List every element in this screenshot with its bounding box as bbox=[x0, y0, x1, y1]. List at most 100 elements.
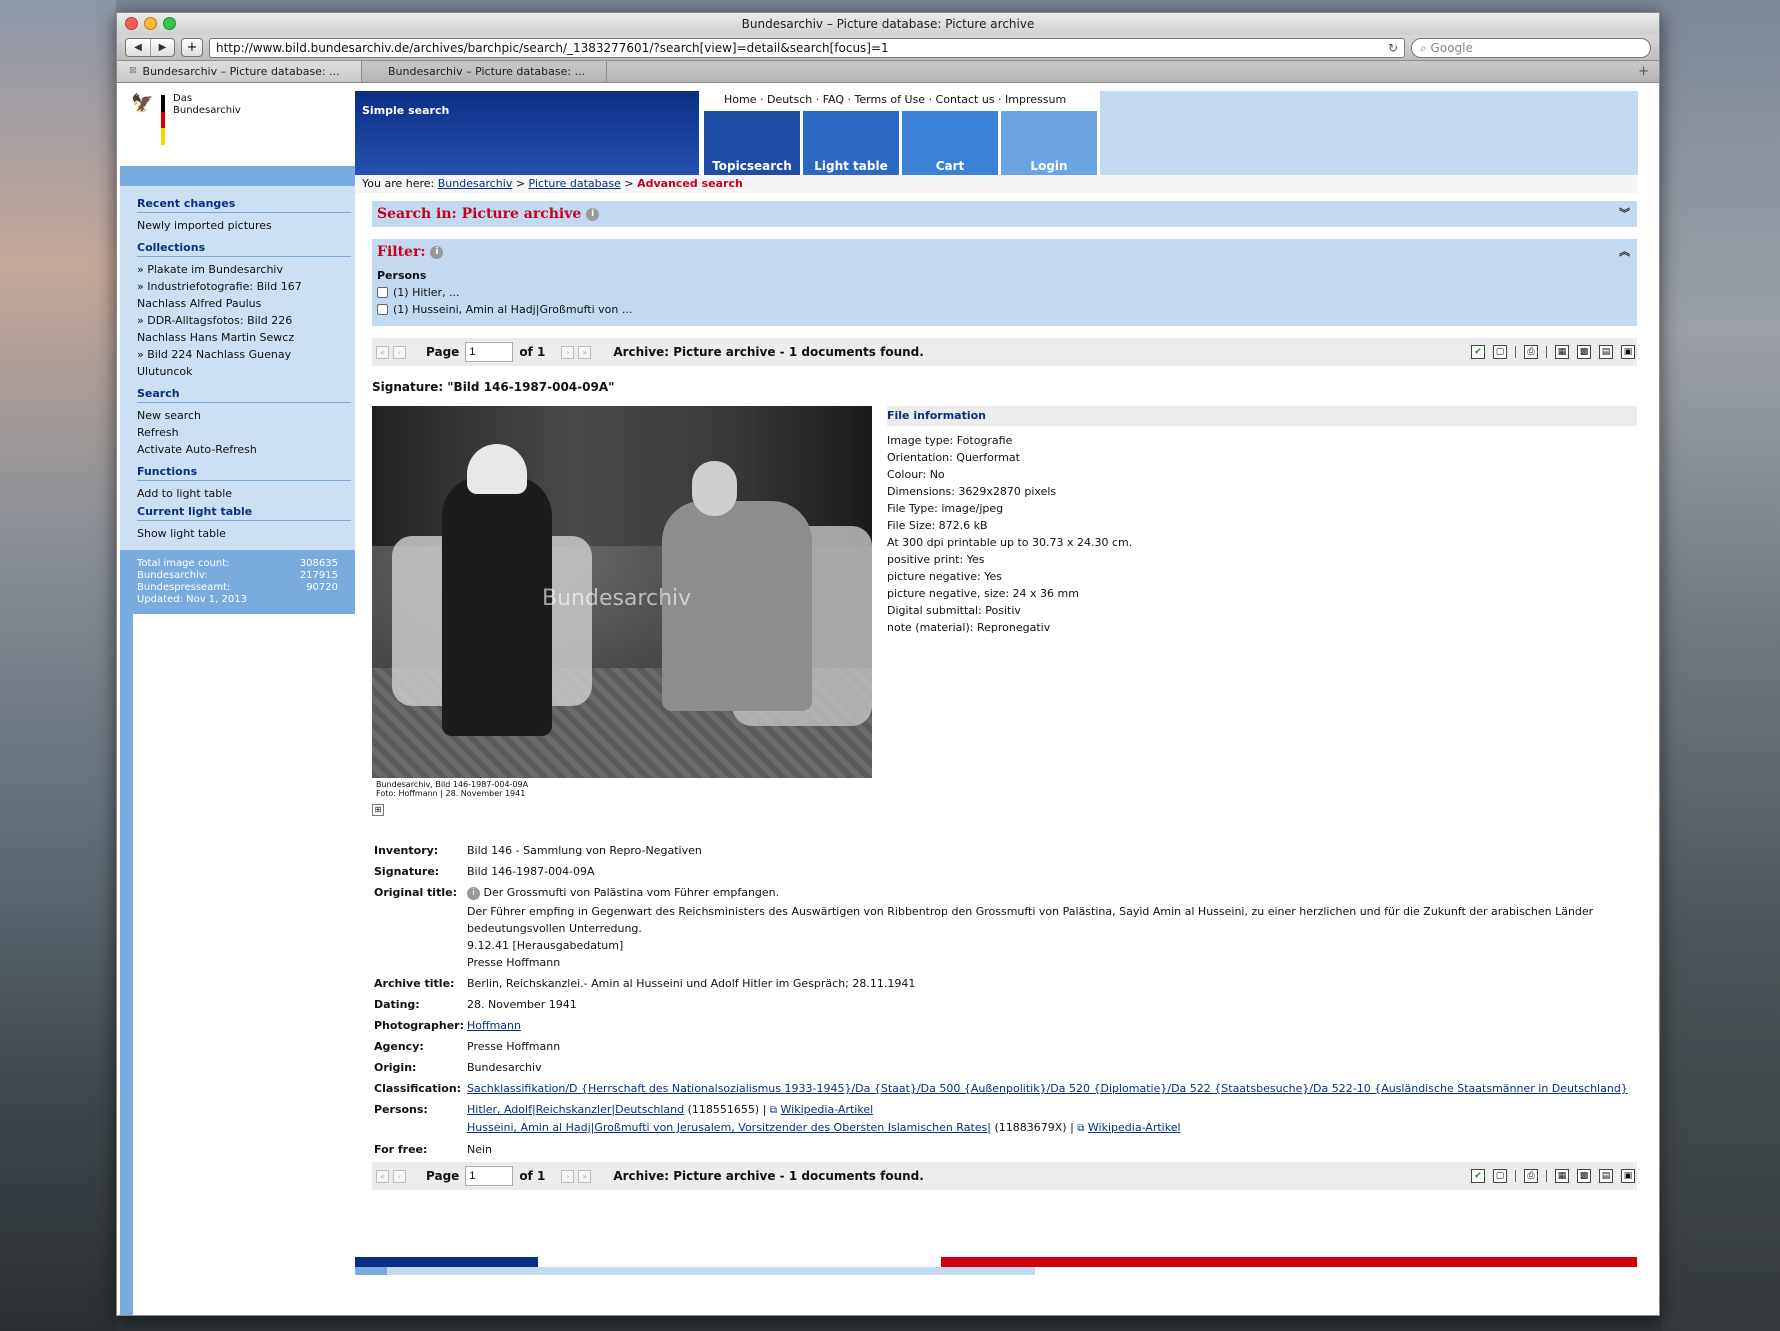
close-window-button[interactable] bbox=[125, 17, 138, 30]
checkbox[interactable] bbox=[377, 304, 388, 315]
meta-photographer: Photographer: Hoffmann bbox=[374, 1019, 521, 1032]
tab-2[interactable]: Bundesarchiv – Picture database: ... bbox=[362, 61, 607, 82]
breadcrumb-bundesarchiv[interactable]: Bundesarchiv bbox=[438, 177, 513, 190]
sidebar-item-show-light-table[interactable]: Show light table bbox=[137, 525, 351, 542]
sidebar-item-add-light-table[interactable]: Add to light table bbox=[137, 485, 351, 502]
list-grid-icon[interactable]: ▤ bbox=[1599, 1169, 1613, 1183]
export-icon[interactable]: ⎙ bbox=[1524, 1169, 1538, 1183]
prev-page-icon[interactable]: ‹ bbox=[393, 1169, 406, 1183]
minimize-window-button[interactable] bbox=[144, 17, 157, 30]
forward-arrow-icon[interactable]: ▶ bbox=[150, 39, 174, 56]
back-arrow-icon[interactable]: ◀ bbox=[126, 39, 150, 56]
sidebar-item-auto-refresh[interactable]: Activate Auto-Refresh bbox=[137, 441, 351, 458]
sidebar: Recent changes Newly imported pictures C… bbox=[120, 166, 355, 614]
wikipedia-link-1[interactable]: Wikipedia-Artikel bbox=[781, 1103, 874, 1116]
top-navigation: Home · Deutsch · FAQ · Terms of Use · Co… bbox=[704, 91, 1659, 175]
breadcrumb-current: Advanced search bbox=[637, 177, 743, 190]
sidebar-item-plakate[interactable]: » Plakate im Bundesarchiv bbox=[137, 261, 351, 278]
prev-page-icon[interactable]: ‹ bbox=[393, 345, 406, 359]
info-icon[interactable]: i bbox=[430, 245, 444, 259]
sidebar-item-sewcz[interactable]: Nachlass Hans Martin Sewcz bbox=[137, 329, 351, 346]
page-input[interactable] bbox=[465, 1166, 514, 1186]
tab-bar: ⊠ Bundesarchiv – Picture database: ... B… bbox=[117, 61, 1659, 83]
filter-group-label: Persons bbox=[377, 269, 427, 282]
window-controls bbox=[125, 17, 176, 30]
sidebar-item-new-search[interactable]: New search bbox=[137, 407, 351, 424]
last-page-icon[interactable]: » bbox=[578, 1169, 592, 1183]
photographer-link[interactable]: Hoffmann bbox=[467, 1019, 521, 1032]
page-input[interactable] bbox=[465, 342, 514, 362]
simple-search-tab[interactable]: Simple search bbox=[355, 91, 699, 175]
single-view-icon[interactable]: ▢ bbox=[1493, 1169, 1507, 1183]
new-tab-icon[interactable]: + bbox=[1638, 61, 1649, 82]
classification-link[interactable]: Sachklassifikation/D {Herrschaft des Nat… bbox=[467, 1082, 1628, 1095]
sidebar-head-collections: Collections bbox=[137, 238, 351, 257]
add-to-light-table-icon[interactable]: ⊞ bbox=[372, 804, 384, 816]
file-information: File information Image type: Fotografie … bbox=[887, 406, 1637, 816]
nav-cart[interactable]: Cart bbox=[902, 111, 998, 175]
tab-1[interactable]: ⊠ Bundesarchiv – Picture database: ... bbox=[117, 61, 362, 82]
search-icon: ⌕ bbox=[1420, 40, 1431, 55]
filter-body: Persons (1) Hitler, ... (1) Husseini, Am… bbox=[372, 265, 1637, 326]
archive-photo[interactable]: Bundesarchiv bbox=[372, 406, 872, 778]
sidebar-item-industriefotografie[interactable]: » Industriefotografie: Bild 167 bbox=[137, 278, 351, 295]
chevron-up-icon[interactable]: ︽ bbox=[1619, 239, 1630, 265]
grid-view-icon[interactable]: ▦ bbox=[1555, 345, 1569, 359]
nav-topicsearch[interactable]: Topicsearch bbox=[704, 111, 800, 175]
dense-grid-icon[interactable]: ▩ bbox=[1577, 345, 1591, 359]
filter-panel: Filter: i ︽ Persons (1) Hitler, ... (1) … bbox=[372, 239, 1637, 326]
first-page-icon[interactable]: « bbox=[376, 345, 389, 359]
sidebar-item-ddr-alltagsfotos[interactable]: » DDR-Alltagsfotos: Bild 226 bbox=[137, 312, 351, 329]
sidebar-item-refresh[interactable]: Refresh bbox=[137, 424, 351, 441]
sidebar-item-ulutuncok[interactable]: Ulutuncok bbox=[137, 363, 351, 380]
top-links[interactable]: Home · Deutsch · FAQ · Terms of Use · Co… bbox=[704, 91, 1087, 109]
chevron-down-icon[interactable]: ︾ bbox=[1619, 201, 1630, 227]
sidebar-item-newly-imported[interactable]: Newly imported pictures bbox=[137, 217, 351, 234]
sidebar-item-bild-224[interactable]: » Bild 224 Nachlass Guenay bbox=[137, 346, 351, 363]
breadcrumb: You are here: Bundesarchiv > Picture dat… bbox=[355, 175, 1637, 193]
main-content: Search in: Picture archive i ︾ Filter: i… bbox=[372, 201, 1637, 1190]
reload-icon[interactable]: ↻ bbox=[1388, 39, 1398, 57]
list-grid-icon[interactable]: ▤ bbox=[1599, 345, 1613, 359]
detail-row: Bundesarchiv Bundesarchiv, Bild 146-1987… bbox=[372, 406, 1637, 816]
info-icon[interactable]: i bbox=[586, 207, 600, 221]
export-icon[interactable]: ⎙ bbox=[1524, 345, 1538, 359]
breadcrumb-picture-database[interactable]: Picture database bbox=[529, 177, 621, 190]
desktop-background-right bbox=[1662, 0, 1780, 1331]
first-page-icon[interactable]: « bbox=[376, 1169, 389, 1183]
dense-grid-icon[interactable]: ▩ bbox=[1577, 1169, 1591, 1183]
person-husseini-link[interactable]: Husseini, Amin al Hadj|Großmufti von Jer… bbox=[467, 1121, 991, 1134]
person-hitler-link[interactable]: Hitler, Adolf|Reichskanzler|Deutschland bbox=[467, 1103, 684, 1116]
meta-dating: Dating: 28. November 1941 bbox=[374, 998, 577, 1011]
select-all-icon[interactable]: ✔ bbox=[1471, 1169, 1485, 1183]
wikipedia-link-2[interactable]: Wikipedia-Artikel bbox=[1088, 1121, 1181, 1134]
filter-option-hitler[interactable]: (1) Hitler, ... bbox=[377, 284, 1632, 301]
last-page-icon[interactable]: » bbox=[578, 345, 592, 359]
filter-title: Filter: bbox=[377, 244, 426, 260]
filter-bar[interactable]: Filter: i ︽ bbox=[372, 239, 1637, 265]
file-information-head: File information bbox=[887, 406, 1637, 426]
add-bookmark-button[interactable]: + bbox=[181, 38, 203, 57]
nav-light-table[interactable]: Light table bbox=[803, 111, 899, 175]
grid-view-icon[interactable]: ▦ bbox=[1555, 1169, 1569, 1183]
info-icon[interactable]: i bbox=[467, 886, 480, 900]
filter-option-husseini[interactable]: (1) Husseini, Amin al Hadj|Großmufti von… bbox=[377, 301, 1632, 318]
select-all-icon[interactable]: ✔ bbox=[1471, 345, 1485, 359]
search-in-bar[interactable]: Search in: Picture archive i ︾ bbox=[372, 201, 1637, 227]
address-bar[interactable]: http://www.bild.bundesarchiv.de/archives… bbox=[209, 37, 1405, 58]
next-page-icon[interactable]: › bbox=[561, 345, 575, 359]
meta-persons: Persons: Hitler, Adolf|Reichskanzler|Deu… bbox=[374, 1103, 1181, 1134]
nav-login[interactable]: Login bbox=[1001, 111, 1097, 175]
web-page: 🦅 Das Bundesarchiv Simple search Home · … bbox=[117, 83, 1659, 1315]
sidebar-item-paulus[interactable]: Nachlass Alfred Paulus bbox=[137, 295, 351, 312]
close-tab-icon[interactable]: ⊠ bbox=[129, 61, 137, 82]
bundesarchiv-logo[interactable]: 🦅 Das Bundesarchiv bbox=[131, 93, 241, 146]
single-view-icon[interactable]: ▢ bbox=[1493, 345, 1507, 359]
search-field[interactable]: ⌕ Google bbox=[1411, 37, 1651, 58]
detail-view-icon[interactable]: ▣ bbox=[1621, 1169, 1635, 1183]
zoom-window-button[interactable] bbox=[163, 17, 176, 30]
detail-view-icon[interactable]: ▣ bbox=[1621, 345, 1635, 359]
next-page-icon[interactable]: › bbox=[561, 1169, 575, 1183]
nav-fill bbox=[1100, 91, 1638, 175]
checkbox[interactable] bbox=[377, 287, 388, 298]
